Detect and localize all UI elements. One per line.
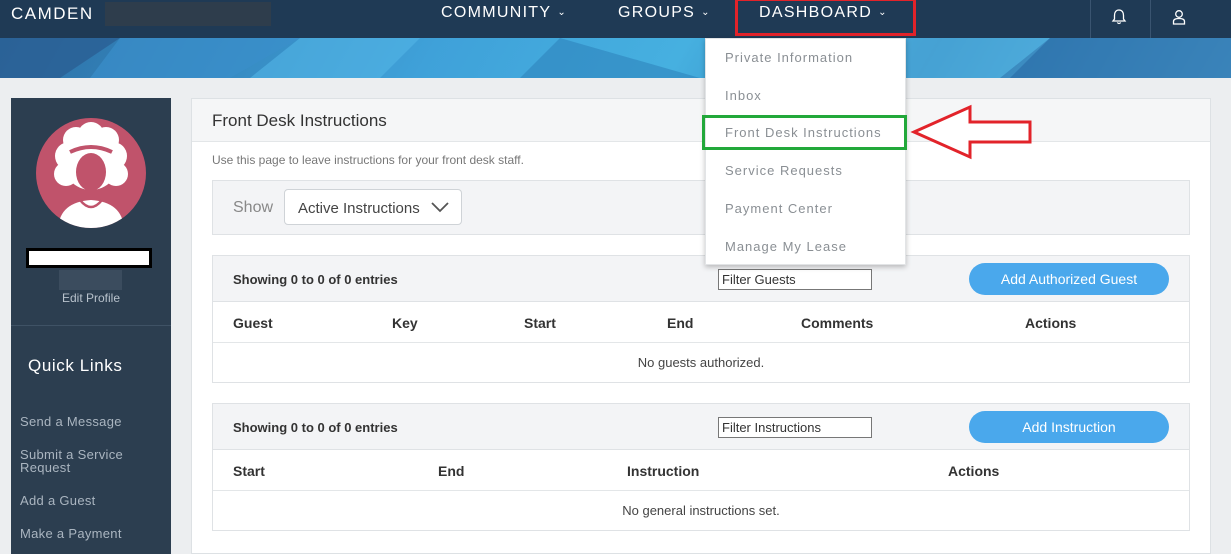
- edit-profile-link[interactable]: Edit Profile: [11, 291, 171, 305]
- column-header[interactable]: Start: [524, 315, 556, 331]
- top-nav: CAMDEN COMMUNITY ⌄ GROUPS ⌄ DASHBOARD ⌄: [0, 0, 1231, 38]
- column-header[interactable]: End: [667, 315, 693, 331]
- front-desk-highlight-box: [702, 115, 907, 150]
- menu-item-service-requests[interactable]: Service Requests: [725, 163, 843, 178]
- guests-empty-message: No guests authorized.: [637, 355, 765, 370]
- instructions-empty-message: No general instructions set.: [622, 503, 780, 518]
- column-header[interactable]: Key: [392, 315, 418, 331]
- nav-groups-label: GROUPS: [618, 4, 696, 21]
- intro-text: Use this page to leave instructions for …: [212, 153, 524, 167]
- add-authorized-guest-button[interactable]: Add Authorized Guest: [969, 263, 1169, 295]
- menu-item-manage-my-lease[interactable]: Manage My Lease: [725, 239, 847, 254]
- quick-link-add-guest[interactable]: Add a Guest: [20, 494, 160, 507]
- sidebar-divider: [11, 325, 171, 326]
- menu-item-payment-center[interactable]: Payment Center: [725, 201, 833, 216]
- banner-pattern: [0, 38, 1231, 78]
- show-filter-panel: Show Active Instructions: [212, 180, 1190, 235]
- sidebar: Edit Profile Quick Links Send a Message …: [11, 98, 171, 554]
- menu-item-inbox[interactable]: Inbox: [725, 88, 762, 103]
- guests-table: Showing 0 to 0 of 0 entries Add Authoriz…: [212, 255, 1190, 383]
- redacted-name: [26, 248, 152, 268]
- filter-guests-input[interactable]: [718, 269, 872, 290]
- hero-banner: [0, 38, 1231, 78]
- nav-groups[interactable]: GROUPS ⌄: [618, 4, 711, 22]
- dashboard-dropdown-menu: Private Information Inbox Front Desk Ins…: [705, 38, 906, 265]
- filter-instructions-input[interactable]: [718, 417, 872, 438]
- column-header[interactable]: Comments: [801, 315, 873, 331]
- instructions-entries-count: Showing 0 to 0 of 0 entries: [233, 420, 398, 435]
- guests-table-header: Guest Key Start End Comments Actions: [213, 302, 1189, 343]
- chevron-down-icon: [431, 202, 449, 213]
- chevron-down-icon: ⌄: [701, 7, 711, 18]
- menu-item-private-information[interactable]: Private Information: [725, 50, 853, 65]
- card-header: Front Desk Instructions: [192, 99, 1210, 142]
- dashboard-highlight-box: [735, 0, 916, 36]
- brand-logo[interactable]: CAMDEN: [11, 4, 94, 24]
- avatar-icon: [54, 122, 128, 228]
- add-instruction-button[interactable]: Add Instruction: [969, 411, 1169, 443]
- column-header[interactable]: Guest: [233, 315, 273, 331]
- nav-divider: [1090, 0, 1091, 38]
- column-header[interactable]: End: [438, 463, 464, 479]
- avatar[interactable]: [36, 118, 146, 228]
- show-label: Show: [233, 199, 274, 216]
- column-header[interactable]: Instruction: [627, 463, 699, 479]
- bell-icon[interactable]: [1109, 7, 1129, 27]
- column-header: Actions: [948, 463, 1000, 479]
- instructions-table: Showing 0 to 0 of 0 entries Add Instruct…: [212, 403, 1190, 531]
- left-arrow-icon: [910, 104, 1032, 160]
- nav-community-label: COMMUNITY: [441, 4, 552, 21]
- main-card: Front Desk Instructions Use this page to…: [191, 98, 1211, 554]
- quick-link-service-request[interactable]: Submit a Service Request: [20, 448, 160, 474]
- instructions-table-header: Start End Instruction Actions: [213, 450, 1189, 491]
- quick-link-send-message[interactable]: Send a Message: [20, 415, 160, 428]
- guests-toolbar: Showing 0 to 0 of 0 entries Add Authoriz…: [213, 256, 1189, 302]
- user-icon[interactable]: [1169, 7, 1189, 27]
- guests-entries-count: Showing 0 to 0 of 0 entries: [233, 272, 398, 287]
- column-header: Actions: [1025, 315, 1077, 331]
- nav-community[interactable]: COMMUNITY ⌄: [441, 4, 567, 22]
- show-select[interactable]: Active Instructions: [284, 189, 462, 225]
- redacted-block: [105, 2, 271, 26]
- redacted-block: [59, 270, 122, 290]
- column-header[interactable]: Start: [233, 463, 265, 479]
- quick-links-title: Quick Links: [28, 356, 123, 375]
- instructions-toolbar: Showing 0 to 0 of 0 entries Add Instruct…: [213, 404, 1189, 450]
- chevron-down-icon: ⌄: [557, 7, 568, 18]
- show-select-value: Active Instructions: [298, 200, 420, 217]
- page-title: Front Desk Instructions: [212, 111, 387, 130]
- quick-link-make-payment[interactable]: Make a Payment: [20, 527, 160, 540]
- nav-divider: [1150, 0, 1151, 38]
